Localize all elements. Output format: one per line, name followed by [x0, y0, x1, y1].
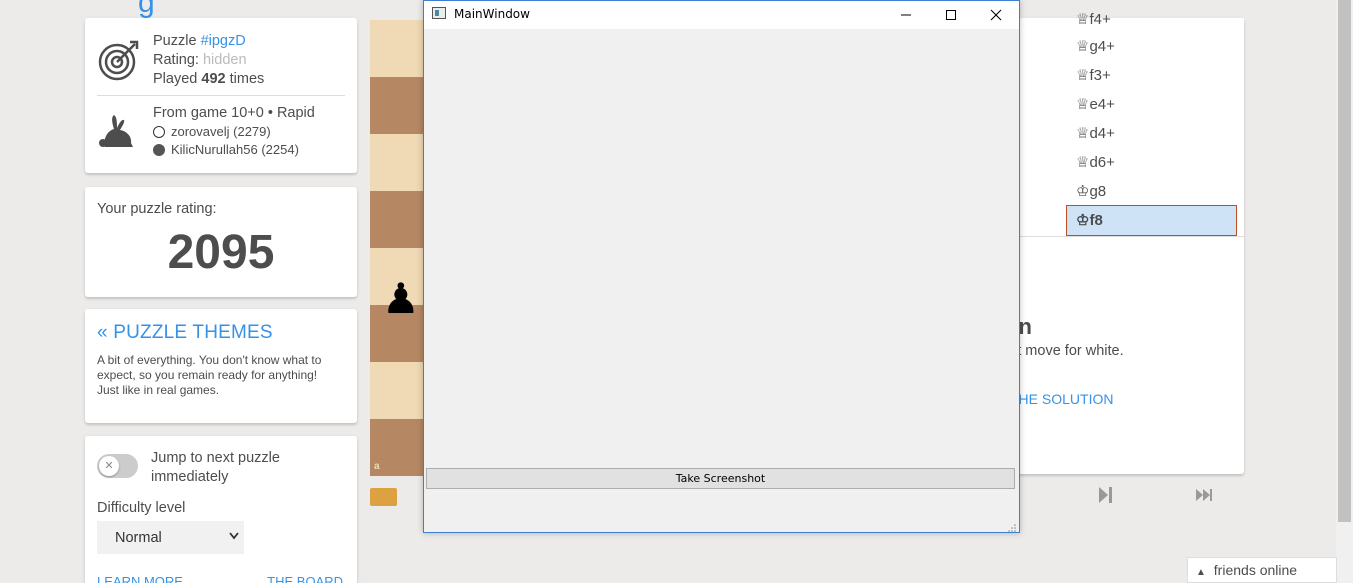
window-titlebar[interactable]: MainWindow [424, 1, 1019, 29]
puzzle-themes-link[interactable]: « PUZZLE THEMES [97, 322, 273, 344]
move-item[interactable]: ♕f4+ [1076, 10, 1111, 28]
white-player-name[interactable]: zorovavelj (2279) [171, 123, 271, 141]
difficulty-select[interactable]: Normal [97, 521, 244, 554]
active-move-item[interactable]: ♔f8 [1066, 205, 1237, 236]
chess-board[interactable]: ♟ [370, 20, 430, 476]
move-item[interactable]: ♕g4+ [1076, 37, 1115, 55]
take-screenshot-button[interactable]: Take Screenshot [426, 468, 1015, 489]
minimize-icon [900, 14, 911, 16]
your-rating-value: 2095 [167, 226, 275, 279]
rating-label: Rating: [153, 52, 199, 68]
board-square[interactable] [370, 362, 430, 419]
friends-online-toggle[interactable]: ▲ friends online [1187, 557, 1337, 583]
board-file-label: a [374, 461, 380, 472]
maximize-icon [945, 10, 956, 20]
puzzle-label: Puzzle [153, 33, 197, 49]
moves-panel: ♕f4+ ♕g4+ ♕f3+ ♕e4+ ♕d4+ ♕d6+ ♔g8 ♔f8 rn… [1010, 11, 1244, 474]
puzzle-rating-panel: Your puzzle rating: 2095 [85, 187, 357, 297]
difficulty-label: Difficulty level [97, 500, 186, 516]
resize-grip-icon[interactable] [1007, 520, 1017, 532]
black-player[interactable]: KilicNurullah56 (2254) [153, 141, 315, 159]
puzzle-id-line: Puzzle #ipgzD [153, 32, 264, 51]
close-icon [990, 9, 1001, 21]
black-pawn-icon[interactable]: ♟ [382, 277, 420, 321]
puzzle-id-link[interactable]: #ipgzD [201, 33, 246, 49]
minimize-button[interactable] [883, 1, 928, 29]
your-rating-label: Your puzzle rating: [97, 201, 217, 217]
white-circle-icon [153, 126, 165, 138]
played-prefix: Played [153, 71, 198, 87]
friends-online-label: friends online [1213, 562, 1298, 578]
main-window[interactable]: MainWindow Take Screenshot [423, 0, 1020, 533]
puzzle-themes-panel: « PUZZLE THEMES A bit of everything. You… [85, 309, 357, 423]
window-title: MainWindow [454, 7, 530, 21]
learn-more-link[interactable]: LEARN MORE [97, 574, 183, 583]
game-info-text[interactable]: From game 10+0 • Rapid [153, 104, 315, 123]
move-list: ♕f4+ ♕g4+ ♕f3+ ♕e4+ ♕d4+ ♕d6+ ♔g8 ♔f8 [1010, 11, 1244, 237]
black-player-name[interactable]: KilicNurullah56 (2254) [171, 141, 299, 159]
move-item[interactable]: ♕f3+ [1076, 66, 1111, 84]
move-item[interactable]: ♕e4+ [1076, 95, 1115, 113]
puzzle-rating-line: Rating: hidden [153, 51, 264, 70]
chevron-down-icon [228, 529, 240, 546]
board-square[interactable] [370, 77, 430, 134]
page-heading-fragment: g [138, 0, 155, 19]
caret-up-icon: ▲ [1196, 567, 1206, 578]
played-count: 492 [201, 71, 226, 87]
board-square[interactable] [370, 191, 430, 248]
close-button[interactable] [973, 1, 1018, 29]
target-icon [97, 38, 141, 87]
puzzle-meta-lines: Puzzle #ipgzD Rating: hidden Played 492 … [153, 32, 264, 89]
move-item[interactable]: ♕d4+ [1076, 124, 1115, 142]
scrollbar-thumb[interactable] [1338, 0, 1351, 522]
page-scrollbar[interactable] [1336, 0, 1353, 583]
played-count-line: Played 492 times [153, 70, 264, 89]
toggle-off-icon: ✕ [99, 456, 119, 476]
rating-hidden-value: hidden [202, 52, 247, 68]
black-circle-icon [153, 144, 165, 156]
auto-next-label: Jump to next puzzle immediately [151, 450, 280, 485]
move-item[interactable]: ♕d6+ [1076, 153, 1115, 171]
app-icon [432, 7, 446, 19]
last-move-icon[interactable] [1195, 486, 1213, 509]
board-link[interactable]: THE BOARD [267, 574, 343, 583]
maximize-button[interactable] [928, 1, 973, 29]
view-solution-link[interactable]: THE SOLUTION [1010, 391, 1113, 407]
your-turn-subtext: st move for white. [1010, 343, 1124, 359]
theme-description: A bit of everything. You don't know what… [97, 353, 322, 397]
rabbit-icon [97, 113, 135, 154]
auto-next-toggle[interactable]: ✕ [97, 454, 138, 478]
board-square[interactable] [370, 134, 430, 191]
difficulty-value: Normal [115, 529, 162, 546]
info-divider [97, 95, 345, 96]
game-info-lines: From game 10+0 • Rapid zorovavelj (2279)… [153, 104, 315, 159]
next-move-icon[interactable] [1097, 486, 1113, 509]
board-square[interactable] [370, 20, 430, 77]
puzzle-info-panel: Puzzle #ipgzD Rating: hidden Played 492 … [85, 18, 357, 173]
settings-links: LEARN MORE THE BOARD [97, 574, 343, 583]
played-suffix: times [229, 71, 265, 87]
puzzle-settings-panel: ✕ Jump to next puzzle immediately Diffic… [85, 436, 357, 583]
turn-indicator-chip [370, 488, 397, 506]
white-player[interactable]: zorovavelj (2279) [153, 123, 315, 141]
move-item[interactable]: ♔g8 [1076, 182, 1106, 200]
